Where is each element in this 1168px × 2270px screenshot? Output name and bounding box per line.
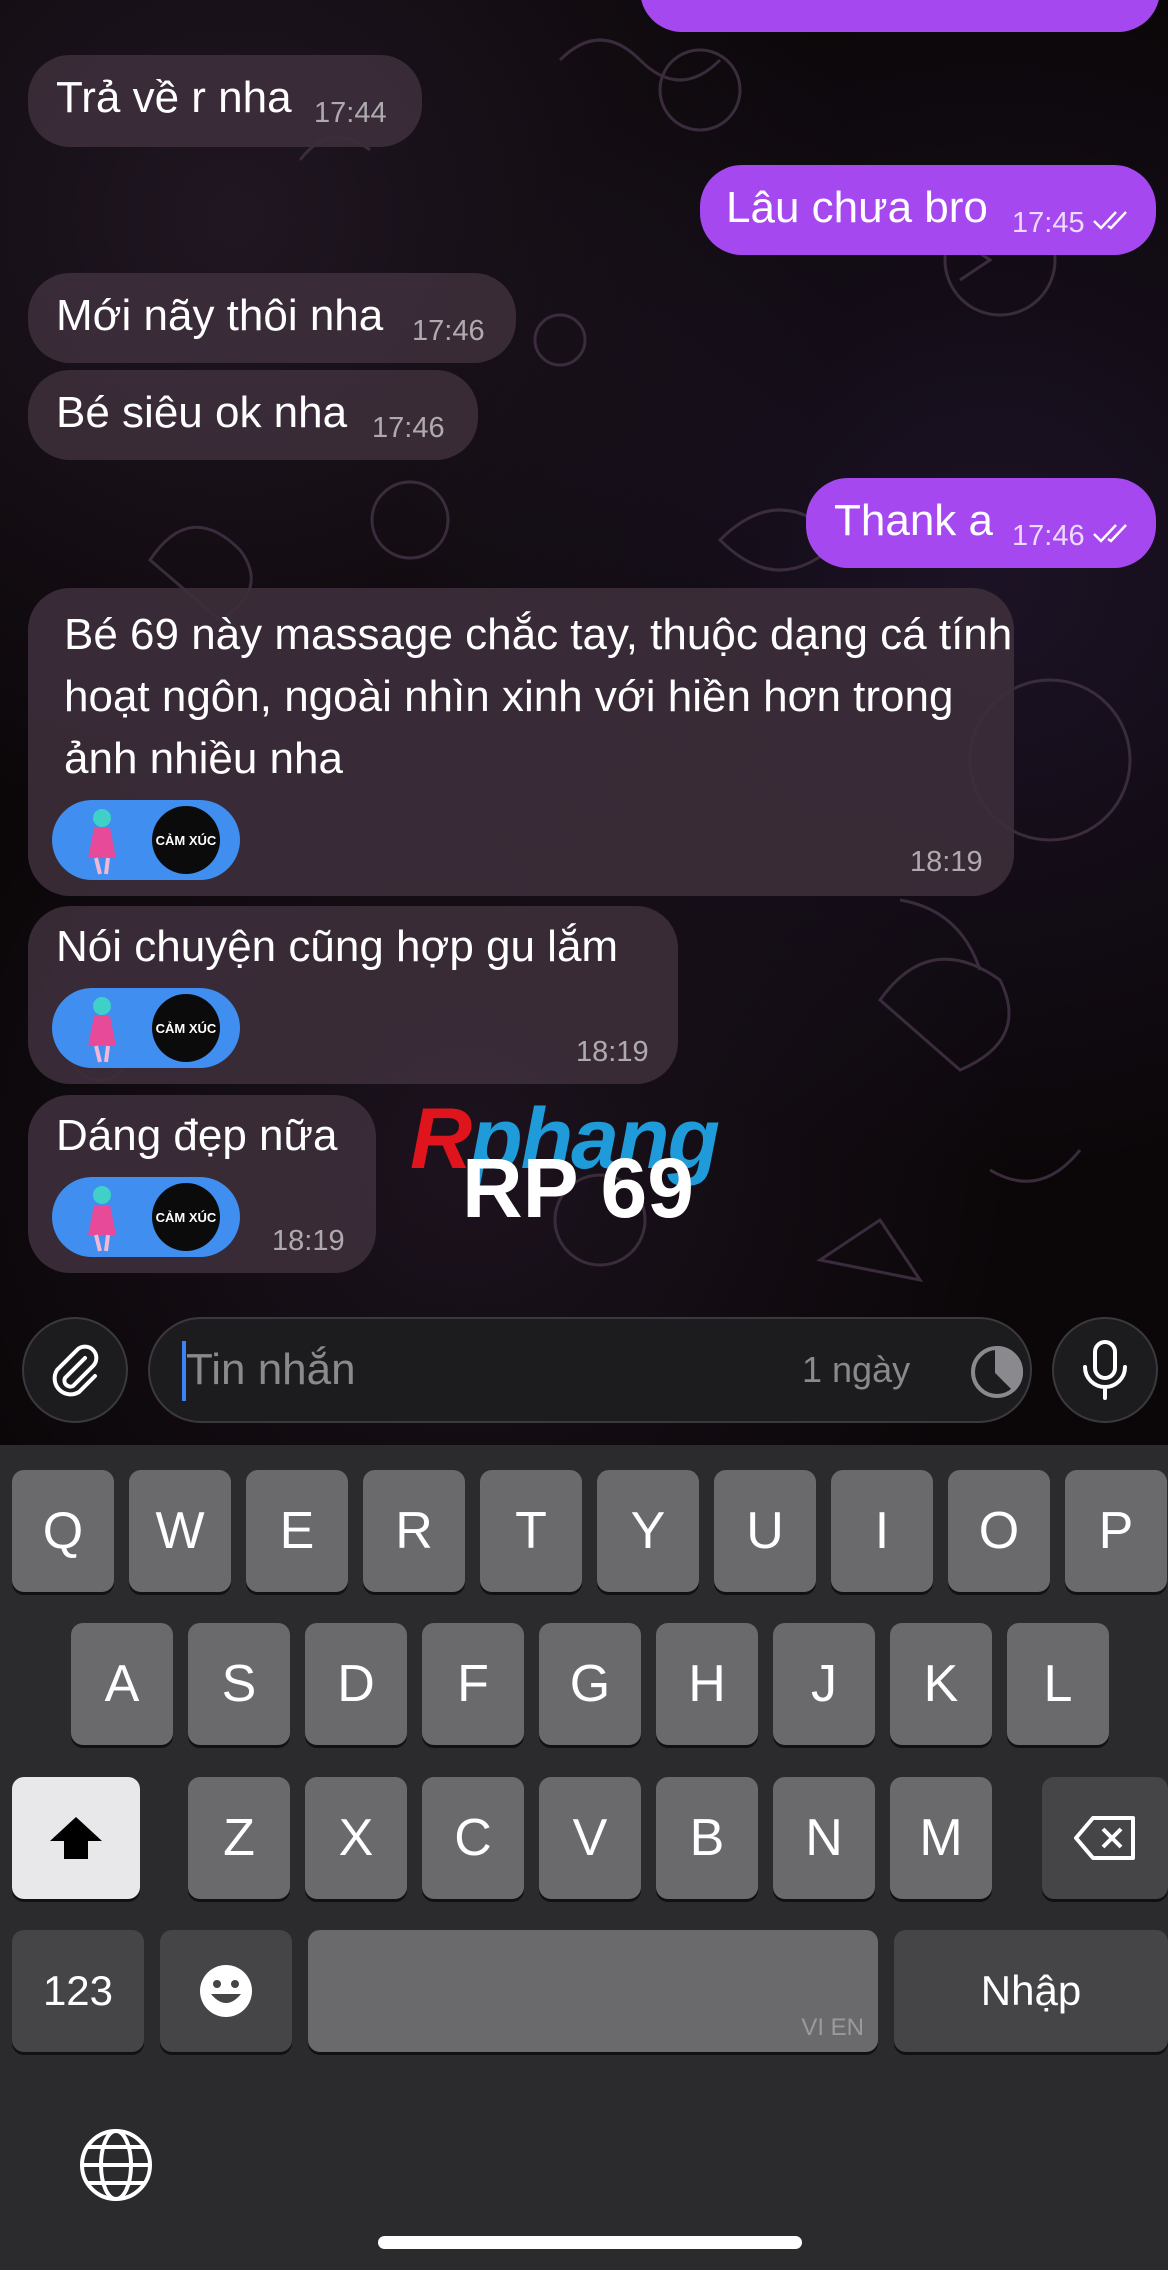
key-c[interactable]: C: [422, 1777, 524, 1899]
read-receipt-icon: [1093, 524, 1127, 543]
message-time: 17:46: [372, 412, 445, 444]
anime-figure-icon: [88, 1186, 116, 1252]
sticker-badge: CẢM XÚC: [152, 994, 220, 1062]
key-e[interactable]: E: [246, 1470, 348, 1592]
message-bubble-outgoing[interactable]: Lâu chưa bro 17:45: [700, 165, 1156, 255]
message-bubble-incoming[interactable]: Dáng đẹp nữa CẢM XÚC 18:19: [28, 1095, 376, 1273]
message-input-bar: Tin nhắn 1 ngày: [0, 1295, 1168, 1445]
message-bubble-incoming[interactable]: Bé 69 này massage chắc tay, thuộc dạng c…: [28, 588, 1014, 896]
key-x[interactable]: X: [305, 1777, 407, 1899]
microphone-button[interactable]: [1052, 1317, 1158, 1423]
key-m[interactable]: M: [890, 1777, 992, 1899]
key-r[interactable]: R: [363, 1470, 465, 1592]
message-bubble-outgoing[interactable]: Thank a 17:46: [806, 478, 1156, 568]
space-key[interactable]: VI EN: [308, 1930, 878, 2052]
paperclip-icon: [52, 1344, 99, 1397]
key-a[interactable]: A: [71, 1623, 173, 1745]
numbers-key[interactable]: 123: [12, 1930, 144, 2052]
attach-button[interactable]: [22, 1317, 128, 1423]
message-text: Nói chuyện cũng hợp gu lắm: [56, 922, 619, 971]
space-language-label: VI EN: [801, 2014, 864, 2041]
message-text: Lâu chưa bro: [726, 183, 988, 232]
anime-figure-icon: [88, 809, 116, 875]
message-time: 18:19: [272, 1225, 345, 1257]
key-j[interactable]: J: [773, 1623, 875, 1745]
key-h[interactable]: H: [656, 1623, 758, 1745]
key-u[interactable]: U: [714, 1470, 816, 1592]
emoji-key[interactable]: [160, 1930, 292, 2052]
message-text: Bé siêu ok nha: [56, 388, 348, 437]
key-f[interactable]: F: [422, 1623, 524, 1745]
key-t[interactable]: T: [480, 1470, 582, 1592]
message-time: 17:46: [1012, 520, 1085, 552]
message-text: Mới nãy thôi nha: [56, 291, 384, 340]
return-key[interactable]: Nhập: [894, 1930, 1168, 2052]
anime-figure-icon: [88, 997, 116, 1063]
key-y[interactable]: Y: [597, 1470, 699, 1592]
key-k[interactable]: K: [890, 1623, 992, 1745]
home-indicator[interactable]: [378, 2236, 802, 2249]
key-i[interactable]: I: [831, 1470, 933, 1592]
chat-area: Trả về r nha 17:44 Lâu chưa bro 17:45 Mớ…: [0, 0, 1168, 1445]
globe-icon[interactable]: [76, 2125, 156, 2205]
emoji-icon: [200, 1965, 252, 2017]
message-text: Dáng đẹp nữa: [56, 1111, 338, 1160]
message-bubble-incoming[interactable]: Nói chuyện cũng hợp gu lắm CẢM XÚC 18:19: [28, 906, 678, 1084]
sticker-pill[interactable]: CẢM XÚC: [52, 1177, 240, 1257]
key-q[interactable]: Q: [12, 1470, 114, 1592]
sticker-badge: CẢM XÚC: [152, 1183, 220, 1251]
delete-key[interactable]: [1042, 1777, 1168, 1899]
key-b[interactable]: B: [656, 1777, 758, 1899]
sticker-pill[interactable]: CẢM XÚC: [52, 800, 240, 880]
message-bubble-incoming[interactable]: Trả về r nha 17:44: [28, 55, 422, 147]
message-bubble-partial: [640, 0, 1160, 32]
message-time: 17:46: [412, 315, 485, 347]
message-time: 18:19: [910, 846, 983, 878]
message-text: Bé 69 này massage chắc tay, thuộc dạng c…: [64, 610, 1013, 783]
key-g[interactable]: G: [539, 1623, 641, 1745]
message-bubble-incoming[interactable]: Bé siêu ok nha 17:46: [28, 370, 478, 460]
message-text: Trả về r nha: [56, 73, 292, 122]
sticker-pill[interactable]: CẢM XÚC: [52, 988, 240, 1068]
key-d[interactable]: D: [305, 1623, 407, 1745]
message-bubble-incoming[interactable]: Mới nãy thôi nha 17:46: [28, 273, 516, 363]
key-p[interactable]: P: [1065, 1470, 1167, 1592]
key-s[interactable]: S: [188, 1623, 290, 1745]
key-l[interactable]: L: [1007, 1623, 1109, 1745]
backspace-icon: [1074, 1816, 1135, 1860]
microphone-icon: [1083, 1340, 1127, 1400]
message-input[interactable]: Tin nhắn 1 ngày: [148, 1317, 1032, 1423]
key-v[interactable]: V: [539, 1777, 641, 1899]
timer-icon[interactable]: [968, 1343, 1026, 1401]
message-input-placeholder: Tin nhắn: [186, 1345, 356, 1394]
read-receipt-icon: [1093, 211, 1127, 230]
key-o[interactable]: O: [948, 1470, 1050, 1592]
key-w[interactable]: W: [129, 1470, 231, 1592]
watermark-code: RP 69: [462, 1141, 694, 1235]
message-time: 17:45: [1012, 207, 1085, 239]
on-screen-keyboard: Q W E R T Y U I O P A S D F G H J K L Z …: [0, 1445, 1168, 2270]
shift-icon: [50, 1817, 102, 1859]
sticker-badge: CẢM XÚC: [152, 806, 220, 874]
message-time: 18:19: [576, 1036, 649, 1068]
key-n[interactable]: N: [773, 1777, 875, 1899]
message-text: Thank a: [834, 496, 993, 545]
self-destruct-timer-label[interactable]: 1 ngày: [802, 1349, 910, 1391]
shift-key[interactable]: [12, 1777, 140, 1899]
key-z[interactable]: Z: [188, 1777, 290, 1899]
message-time: 17:44: [314, 97, 387, 129]
